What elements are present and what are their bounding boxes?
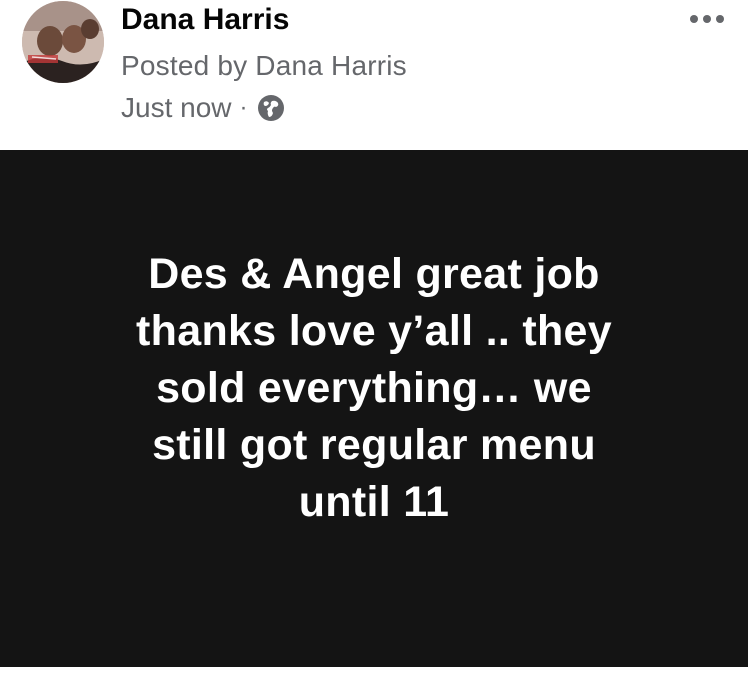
- post-body-text: Des & Angel great job thanks love y’all …: [136, 250, 612, 526]
- more-options-icon: [689, 11, 725, 29]
- profile-avatar[interactable]: [22, 1, 104, 83]
- meta-separator: ·: [239, 94, 248, 121]
- author-name[interactable]: Dana Harris: [121, 0, 289, 40]
- post-timestamp[interactable]: Just now: [121, 92, 232, 124]
- posted-by-label: Posted by Dana Harris: [121, 50, 407, 81]
- globe-icon[interactable]: [256, 93, 286, 123]
- bottom-divider: [0, 667, 748, 673]
- post-header: Dana Harris Posted by Dana Harris Just n…: [0, 0, 748, 150]
- post-meta: Just now ·: [121, 88, 286, 128]
- post-content-card: Des & Angel great job thanks love y’all …: [0, 150, 748, 667]
- more-options-button[interactable]: [682, 2, 732, 38]
